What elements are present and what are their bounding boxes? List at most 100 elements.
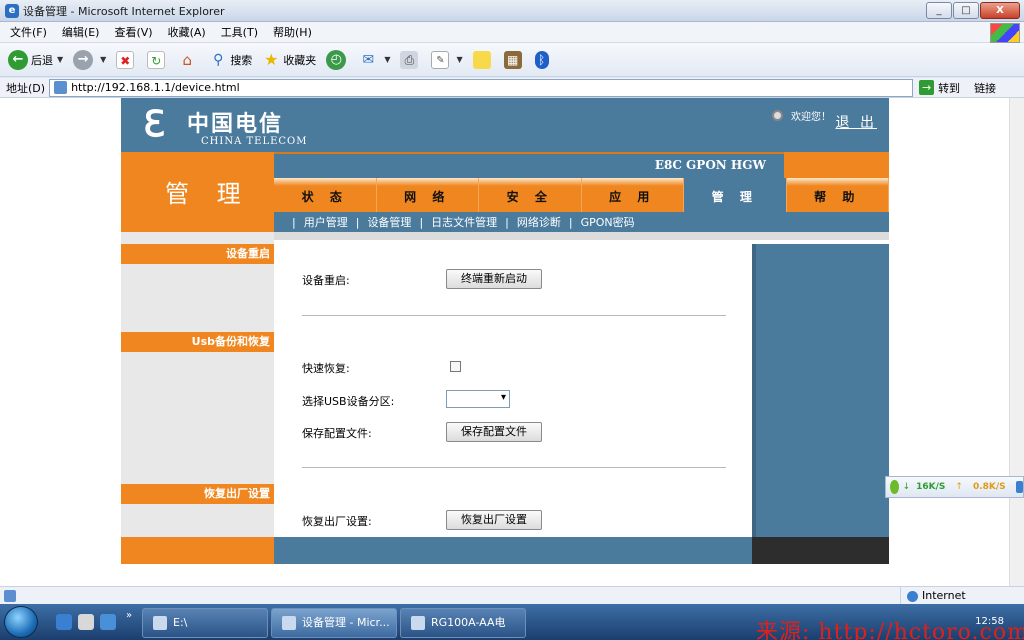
minimize-button[interactable]: _ <box>926 2 952 19</box>
qq-icon[interactable] <box>78 614 94 630</box>
menu-edit[interactable]: 编辑(E) <box>62 24 100 40</box>
task-document[interactable]: RG100A-AA电信... <box>400 608 526 638</box>
chevron-down-icon[interactable]: ▼ <box>384 55 390 64</box>
menu-view[interactable]: 查看(V) <box>114 24 152 40</box>
chevron-down-icon[interactable]: ▼ <box>100 55 106 64</box>
quick-restore-label: 快速恢复: <box>302 362 350 375</box>
quick-restore-checkbox[interactable] <box>450 361 461 372</box>
stop-button[interactable]: ✖ <box>116 50 137 69</box>
refresh-icon: ↻ <box>147 50 166 69</box>
document-icon <box>411 616 425 630</box>
task-ie[interactable]: 设备管理 - Micr... <box>271 608 397 638</box>
star-icon: ★ <box>264 49 279 69</box>
refresh-button[interactable]: ↻ <box>147 50 168 69</box>
section-title: 管 理 <box>165 180 251 208</box>
search-icon: ⚲ <box>213 51 224 68</box>
history-button[interactable]: ◴ <box>326 49 349 70</box>
bluetooth-button[interactable]: ᛒ <box>534 50 552 69</box>
links-button[interactable]: 链接 <box>974 80 996 96</box>
chevron-right-icon[interactable]: » <box>126 610 132 621</box>
zone-label: Internet <box>922 589 966 602</box>
close-button[interactable]: X <box>980 2 1020 19</box>
subnav-device-management[interactable]: 设备管理 <box>367 214 411 230</box>
home-button[interactable]: ⌂ <box>178 51 199 69</box>
start-button[interactable] <box>4 606 38 638</box>
menu-help[interactable]: 帮助(H) <box>273 24 312 40</box>
factory-reset-button[interactable]: 恢复出厂设置 <box>446 510 542 530</box>
subnav-user-management[interactable]: 用户管理 <box>304 214 348 230</box>
task-explorer[interactable]: E:\ <box>142 608 268 638</box>
back-arrow-icon: ← <box>8 49 28 70</box>
forward-button[interactable]: → ▼ <box>73 49 106 70</box>
save-config-button[interactable]: 保存配置文件 <box>446 422 542 442</box>
menu-file[interactable]: 文件(F) <box>10 24 47 40</box>
menu-tools[interactable]: 工具(T) <box>221 24 258 40</box>
windows-logo-icon <box>990 23 1020 43</box>
search-button[interactable]: ⚲ 搜索 <box>209 51 252 69</box>
vertical-scrollbar[interactable] <box>1009 98 1024 586</box>
usb-partition-select[interactable] <box>446 390 510 408</box>
right-footer <box>752 537 889 564</box>
right-column <box>752 244 889 537</box>
main-panel: 设备重启: 终端重新启动 快速恢复: 选择USB设备分区: 保存配置文件: 保存… <box>274 240 752 537</box>
subnav-gpon-password[interactable]: GPON密码 <box>581 214 635 230</box>
menu-favorites[interactable]: 收藏(A) <box>168 24 206 40</box>
tab-management[interactable]: 管 理 <box>684 178 787 212</box>
window-title: 设备管理 - Microsoft Internet Explorer <box>23 4 225 18</box>
tab-help[interactable]: 帮 助 <box>786 178 889 212</box>
status-bar: Internet <box>0 586 1024 605</box>
subnav-log-management[interactable]: 日志文件管理 <box>431 214 497 230</box>
window-controls: _ □ X <box>926 2 1020 19</box>
subnav-separator: | <box>505 215 509 229</box>
tab-status[interactable]: 状 态 <box>274 178 377 212</box>
left-column <box>121 236 274 564</box>
usb-partition-label: 选择USB设备分区: <box>302 395 395 408</box>
research-button[interactable]: ▦ <box>503 50 525 69</box>
model-bar-accent <box>784 152 889 178</box>
net-speed-widget: ↓ 16K/S ↑ 0.8K/S <box>885 476 1024 498</box>
ie-small-icon <box>1015 481 1023 493</box>
section-title-block: 管 理 <box>121 152 274 236</box>
subnav-network-diagnosis[interactable]: 网络诊断 <box>517 214 561 230</box>
ie-quicklaunch-icon[interactable] <box>56 614 72 630</box>
page-icon <box>54 81 68 94</box>
logout-link[interactable]: 退 出 <box>836 112 877 132</box>
favorites-button[interactable]: ★ 收藏夹 <box>262 49 316 69</box>
go-button[interactable]: → 转到 <box>919 80 960 96</box>
main-footer <box>274 537 752 564</box>
edit-button[interactable]: ✎ ▼ <box>431 50 463 69</box>
go-arrow-icon: → <box>919 80 935 95</box>
user-icon <box>772 110 783 121</box>
globe-icon <box>907 590 918 602</box>
welcome-text: 欢迎您！ <box>772 108 831 123</box>
model-bar: E8C GPON HGW <box>274 152 784 178</box>
task-document-label: RG100A-AA电信... <box>431 616 506 629</box>
notes-button[interactable] <box>472 50 494 69</box>
desktop-icon[interactable] <box>100 614 116 630</box>
china-telecom-logo: ℇ 中国电信 CHINA TELECOM <box>143 104 343 148</box>
research-icon: ▦ <box>503 50 522 69</box>
mail-button[interactable]: ✉ ▼ <box>359 51 390 69</box>
telecom-logo-icon: ℇ <box>143 103 166 145</box>
content-top-strip <box>274 232 889 240</box>
tab-network[interactable]: 网 络 <box>376 178 479 212</box>
maximize-button[interactable]: □ <box>953 2 979 19</box>
divider <box>302 467 726 468</box>
reboot-button[interactable]: 终端重新启动 <box>446 269 542 289</box>
chevron-down-icon[interactable]: ▼ <box>456 55 462 64</box>
bluetooth-icon: ᛒ <box>534 50 549 69</box>
speed-meter-icon <box>890 480 899 494</box>
tab-application[interactable]: 应 用 <box>581 178 684 212</box>
factory-reset-label: 恢复出厂设置: <box>302 515 372 528</box>
address-input[interactable]: http://192.168.1.1/device.html <box>49 78 914 97</box>
welcome-label: 欢迎您！ <box>791 112 831 123</box>
address-bar: 地址(D) http://192.168.1.1/device.html → 转… <box>0 78 1024 98</box>
back-button[interactable]: ← 后退 ▼ <box>8 49 63 70</box>
upload-speed: 0.8K/S <box>972 482 1006 492</box>
divider <box>302 315 726 316</box>
chevron-down-icon[interactable]: ▼ <box>57 55 63 64</box>
print-button[interactable]: ⎙ <box>400 50 421 69</box>
tab-security[interactable]: 安 全 <box>479 178 582 212</box>
search-label: 搜索 <box>230 53 253 67</box>
subnav-separator: | <box>568 215 573 229</box>
